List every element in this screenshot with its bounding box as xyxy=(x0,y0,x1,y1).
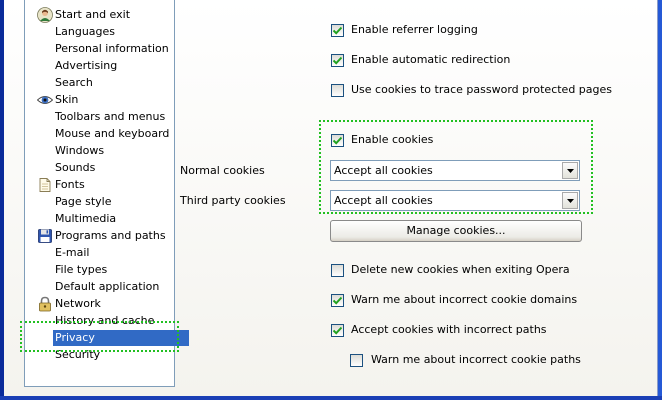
window-frame-bottom-edge xyxy=(0,396,662,400)
sidebar-item-label: Programs and paths xyxy=(55,229,166,242)
warn-incorrect-paths-label: Warn me about incorrect cookie paths xyxy=(371,353,581,366)
sidebar-item-label: Mouse and keyboard xyxy=(55,127,170,140)
third-party-cookies-value: Accept all cookies xyxy=(334,194,433,207)
delete-cookies-on-exit-checkbox[interactable] xyxy=(331,264,344,277)
sidebar-item-label: Languages xyxy=(55,25,116,38)
cookies-trace-passwords-label: Use cookies to trace password protected … xyxy=(351,83,613,96)
normal-cookies-value: Accept all cookies xyxy=(334,164,433,177)
referrer-logging-label: Enable referrer logging xyxy=(351,23,478,36)
sidebar-item-label: Toolbars and menus xyxy=(55,110,166,123)
person-icon xyxy=(37,7,53,23)
normal-cookies-label: Normal cookies xyxy=(180,164,265,177)
dropdown-arrow-button[interactable] xyxy=(562,192,578,209)
automatic-redirection-checkbox[interactable] xyxy=(331,54,344,67)
sidebar-item-label: Windows xyxy=(55,144,105,157)
automatic-redirection-label: Enable automatic redirection xyxy=(351,53,511,66)
sidebar-item-label: E-mail xyxy=(55,246,90,259)
enable-cookies-checkbox[interactable] xyxy=(331,134,344,147)
sidebar-item-label: Multimedia xyxy=(55,212,117,225)
manage-cookies-button[interactable]: Manage cookies... xyxy=(330,220,582,242)
page-icon xyxy=(37,177,53,193)
lock-icon xyxy=(37,296,53,312)
privacy-highlight-outline xyxy=(20,321,179,352)
delete-cookies-on-exit-label: Delete new cookies when exiting Opera xyxy=(351,263,570,276)
third-party-cookies-label: Third party cookies xyxy=(180,194,286,207)
sidebar-item-label: Skin xyxy=(55,93,79,106)
sidebar-item-label: Page style xyxy=(55,195,112,208)
dropdown-arrow-button[interactable] xyxy=(562,162,578,179)
checkmark-icon xyxy=(333,326,342,335)
referrer-logging-checkbox[interactable] xyxy=(331,24,344,37)
enable-cookies-label: Enable cookies xyxy=(351,133,434,146)
checkmark-icon xyxy=(333,136,342,145)
floppy-icon xyxy=(37,228,53,244)
sidebar-item-label: Network xyxy=(55,297,101,310)
accept-incorrect-paths-checkbox[interactable] xyxy=(331,324,344,337)
sidebar-item-label: Search xyxy=(55,76,93,89)
sidebar-item-label: Start and exit xyxy=(55,8,131,21)
accept-incorrect-paths-label: Accept cookies with incorrect paths xyxy=(351,323,547,336)
sidebar-item-label: Default application xyxy=(55,280,160,293)
checkmark-icon xyxy=(333,56,342,65)
sidebar-item-label: Personal information xyxy=(55,42,169,55)
warn-incorrect-domains-label: Warn me about incorrect cookie domains xyxy=(351,293,578,306)
eye-icon xyxy=(36,92,54,108)
sidebar-item-label: Fonts xyxy=(55,178,85,191)
third-party-cookies-dropdown[interactable]: Accept all cookies xyxy=(330,190,580,211)
preferences-panel: Start and exit Languages Personal inform… xyxy=(4,0,658,396)
sidebar-item-label: Advertising xyxy=(55,59,118,72)
chevron-down-icon xyxy=(567,199,574,203)
warn-incorrect-paths-checkbox[interactable] xyxy=(350,354,363,367)
sidebar-item-label: File types xyxy=(55,263,108,276)
warn-incorrect-domains-checkbox[interactable] xyxy=(331,294,344,307)
cookies-trace-passwords-checkbox[interactable] xyxy=(331,84,344,97)
checkmark-icon xyxy=(333,26,342,35)
chevron-down-icon xyxy=(567,169,574,173)
checkmark-icon xyxy=(333,296,342,305)
sidebar-item-label: Sounds xyxy=(55,161,96,174)
normal-cookies-dropdown[interactable]: Accept all cookies xyxy=(330,160,580,181)
